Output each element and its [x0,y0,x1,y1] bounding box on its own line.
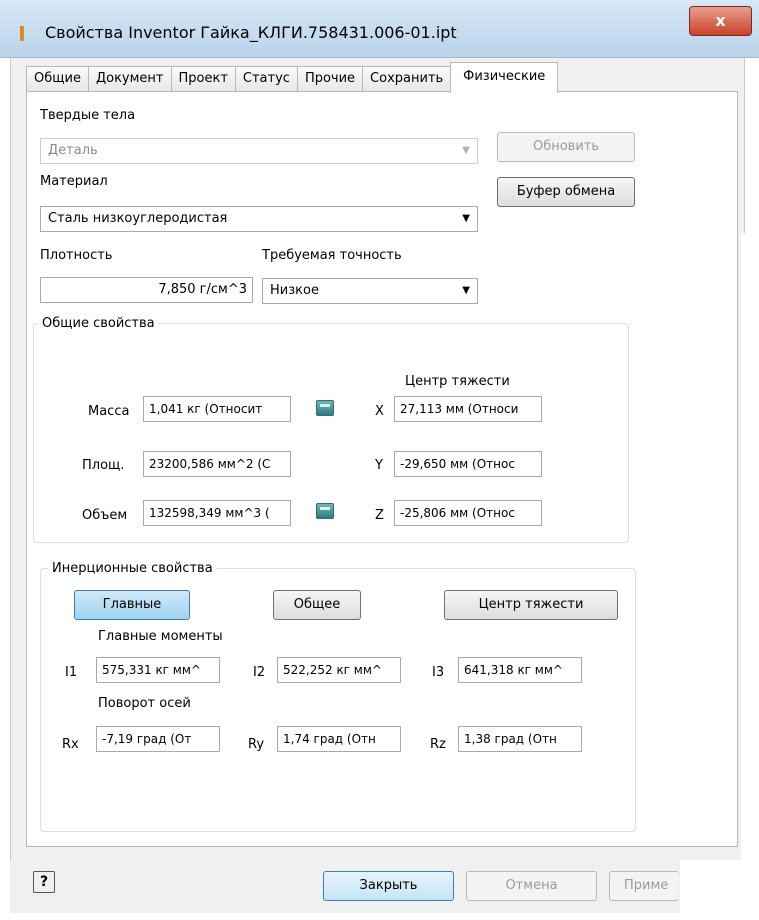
center-of-gravity-label: Центр тяжести [405,374,510,389]
material-dropdown-value: Сталь низкоуглеродистая [48,211,228,226]
background-area [680,860,759,920]
help-icon[interactable]: ? [33,871,55,893]
i3-label: I3 [432,665,445,680]
inventor-app-icon: I [18,22,26,46]
area-label: Площ. [82,458,125,473]
cog-y-field[interactable]: -29,650 мм (Относ [394,451,542,477]
chevron-down-icon: ▼ [462,145,470,156]
accuracy-label: Требуемая точность [262,248,402,263]
tab-status[interactable]: Статус [234,66,298,93]
ry-label: Ry [248,737,265,752]
rz-field[interactable]: 1,38 град (Отн [458,726,582,752]
cog-z-field[interactable]: -25,806 мм (Относ [394,500,542,526]
y-label: Y [375,458,383,473]
calculator-icon[interactable] [316,400,334,416]
window-title: Свойства Inventor Гайка_КЛГИ.758431.006-… [45,23,457,42]
title-bar: I Свойства Inventor Гайка_КЛГИ.758431.00… [0,0,759,58]
apply-button[interactable]: Приме [609,871,679,901]
close-button[interactable]: Закрыть [323,871,454,901]
principal-moments-label: Главные моменты [98,629,223,644]
volume-field[interactable]: 132598,349 мм^3 ( [143,500,291,526]
tab-other[interactable]: Прочие [296,66,364,93]
clipboard-button[interactable]: Буфер обмена [497,177,635,207]
i2-label: I2 [253,665,266,680]
area-field[interactable]: 23200,586 мм^2 (С [143,451,291,477]
global-button[interactable]: Общее [273,590,361,620]
rx-field[interactable]: -7,19 град (От [96,726,220,752]
center-of-gravity-button[interactable]: Центр тяжести [444,590,618,620]
accuracy-dropdown-value: Низкое [270,283,319,298]
background-area [741,233,759,860]
solids-dropdown-value: Деталь [48,143,98,158]
i2-field[interactable]: 522,252 кг мм^ [277,657,401,683]
i1-label: I1 [65,665,78,680]
density-label: Плотность [40,248,113,263]
close-window-button[interactable]: x [689,6,752,36]
tab-physical[interactable]: Физические [450,62,559,93]
density-field[interactable]: 7,850 г/см^3 [40,277,253,303]
tab-document[interactable]: Документ [87,66,172,93]
i3-field[interactable]: 641,318 кг мм^ [458,657,582,683]
rx-label: Rx [62,737,79,752]
chevron-down-icon: ▼ [462,213,470,224]
solids-dropdown[interactable]: Деталь ▼ [40,138,478,164]
z-label: Z [375,508,384,523]
material-label: Материал [40,174,108,189]
x-label: X [375,404,384,419]
inertia-properties-title: Инерционные свойства [48,561,217,577]
cancel-button[interactable]: Отмена [466,871,597,901]
rz-label: Rz [430,737,446,752]
tab-strip: Общие Документ Проект Статус Прочие Сохр… [26,62,559,93]
cog-x-field[interactable]: 27,113 мм (Относи [394,396,542,422]
update-button[interactable]: Обновить [497,132,635,162]
mass-label: Масса [88,404,130,419]
calculator-icon[interactable] [316,503,334,519]
mass-field[interactable]: 1,041 кг (Относит [143,396,291,422]
axis-rotation-label: Поворот осей [98,696,191,711]
accuracy-dropdown[interactable]: Низкое ▼ [262,278,478,304]
tab-save[interactable]: Сохранить [362,66,452,93]
chevron-down-icon: ▼ [462,285,470,296]
material-dropdown[interactable]: Сталь низкоуглеродистая ▼ [40,206,478,232]
i1-field[interactable]: 575,331 кг мм^ [96,657,220,683]
principal-button[interactable]: Главные [74,590,190,620]
general-properties-title: Общие свойства [38,316,159,332]
tab-general[interactable]: Общие [26,66,89,93]
ry-field[interactable]: 1,74 град (Отн [277,726,401,752]
tab-project[interactable]: Проект [170,66,236,93]
volume-label: Объем [82,508,128,523]
solids-label: Твердые тела [40,108,136,123]
